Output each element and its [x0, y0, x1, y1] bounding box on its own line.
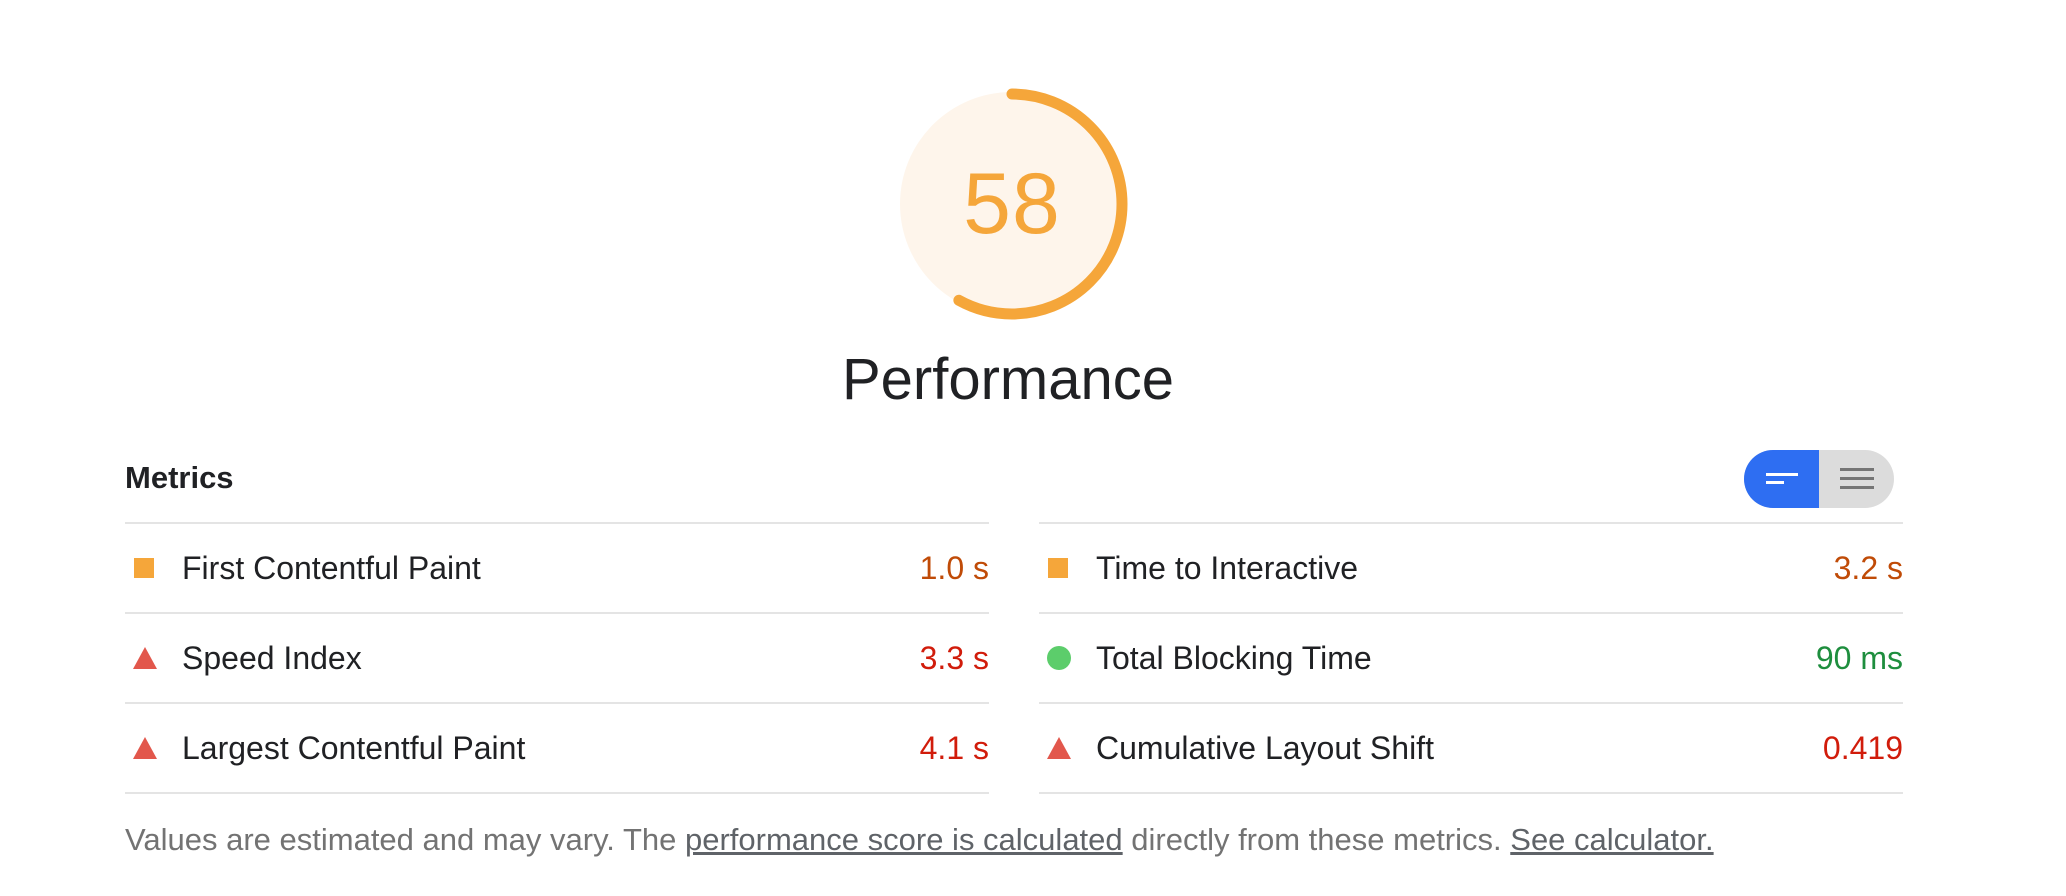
metric-label: Speed Index: [182, 639, 362, 676]
metric-cumulative-layout-shift: Cumulative Layout Shift 0.419: [1039, 702, 1903, 794]
metric-label: Cumulative Layout Shift: [1096, 729, 1434, 766]
metric-label: Largest Contentful Paint: [182, 729, 526, 766]
metrics-view-toggle[interactable]: [1744, 450, 1894, 508]
summary-lines-icon: [1765, 473, 1798, 484]
metric-value: 3.3 s: [919, 639, 989, 676]
detailed-view-button[interactable]: [1819, 450, 1894, 508]
metrics-column-right: Time to Interactive 3.2 s Total Blocking…: [1039, 522, 1903, 794]
metric-value: 4.1 s: [919, 729, 989, 766]
category-title: Performance: [841, 347, 1175, 412]
metrics-column-left: First Contentful Paint 1.0 s Speed Index…: [125, 522, 989, 794]
metric-value: 0.419: [1822, 729, 1903, 766]
metric-speed-index: Speed Index 3.3 s: [125, 612, 989, 702]
metric-label: Total Blocking Time: [1096, 639, 1372, 676]
green-circle-icon: [1039, 645, 1096, 671]
see-calculator-link[interactable]: See calculator.: [1510, 822, 1713, 857]
footnote-middle: directly from these metrics.: [1122, 822, 1502, 857]
footnote-prefix: Values are estimated and may vary. The: [125, 822, 685, 857]
score-calculated-link[interactable]: performance score is calculated: [685, 822, 1123, 857]
performance-score-gauge[interactable]: 58: [894, 86, 1130, 322]
red-triangle-icon: [1039, 736, 1096, 760]
red-triangle-icon: [125, 736, 182, 760]
metric-value: 3.2 s: [1833, 549, 1903, 586]
metric-value: 90 ms: [1815, 639, 1903, 676]
metric-value: 1.0 s: [919, 549, 989, 586]
metric-label: Time to Interactive: [1096, 549, 1359, 586]
red-triangle-icon: [125, 646, 182, 670]
orange-square-icon: [1039, 556, 1096, 580]
performance-score: 58: [963, 155, 1061, 252]
metrics-header: Metrics: [125, 460, 234, 495]
metric-first-contentful-paint: First Contentful Paint 1.0 s: [125, 522, 989, 612]
metric-time-to-interactive: Time to Interactive 3.2 s: [1039, 522, 1903, 612]
detailed-lines-icon: [1839, 468, 1874, 489]
summary-view-button[interactable]: [1744, 450, 1819, 508]
metric-total-blocking-time: Total Blocking Time 90 ms: [1039, 612, 1903, 702]
metric-label: First Contentful Paint: [182, 549, 481, 586]
orange-square-icon: [125, 556, 182, 580]
lighthouse-performance-report: 58 Performance Metrics First Contentful …: [0, 0, 2066, 896]
metrics-footnote: Values are estimated and may vary. The p…: [125, 822, 1714, 858]
metric-largest-contentful-paint: Largest Contentful Paint 4.1 s: [125, 702, 989, 794]
